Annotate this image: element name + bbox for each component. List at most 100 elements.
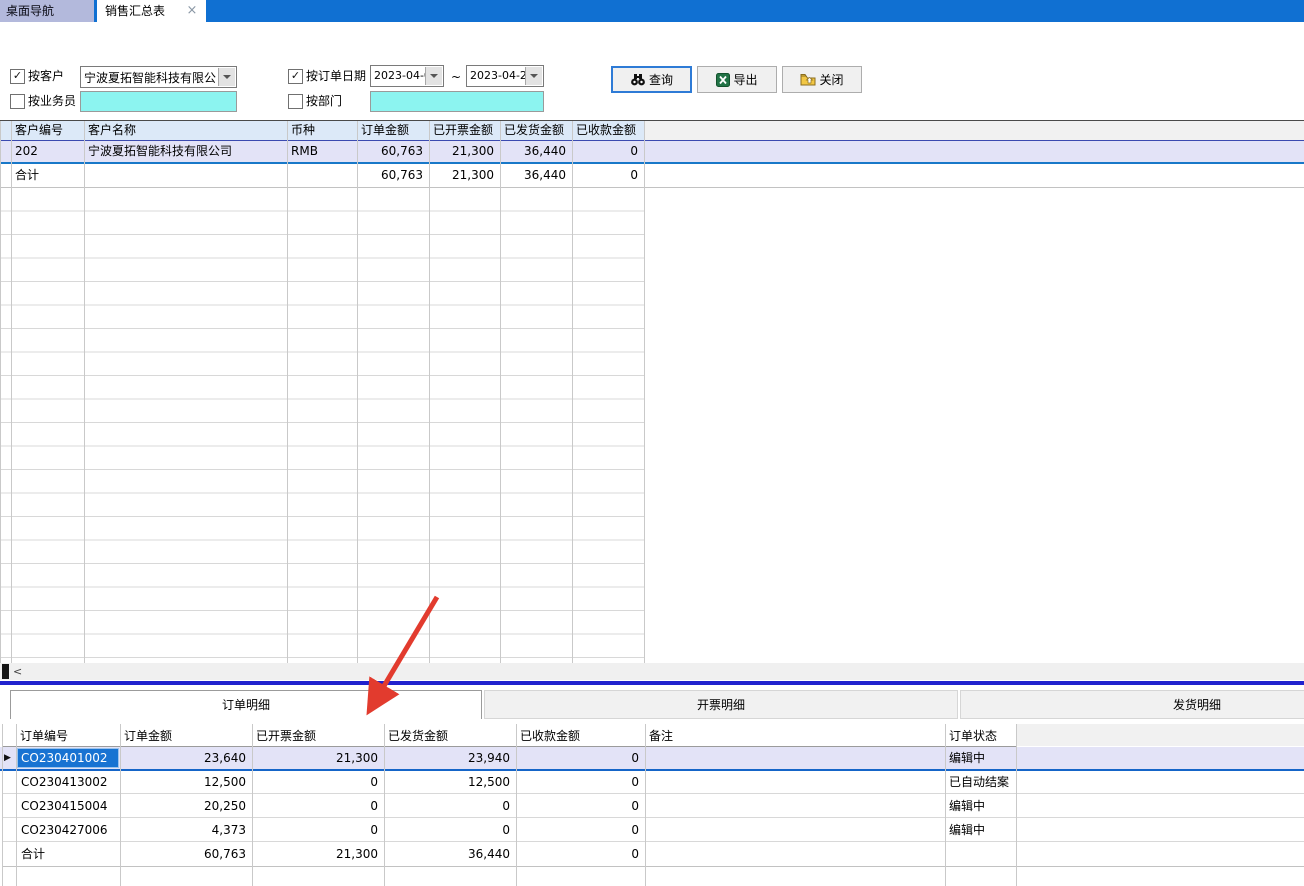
detail-cell[interactable]: 12,500 xyxy=(384,772,516,793)
by-order-date-label: 按订单日期 xyxy=(306,68,366,84)
by-order-date-checkbox[interactable]: ✓ xyxy=(288,69,303,84)
summary-col-header[interactable]: 客户编号 xyxy=(11,121,84,140)
summary-total-cell: 60,763 xyxy=(357,165,429,186)
summary-col-header[interactable]: 客户名称 xyxy=(84,121,287,140)
salesman-input[interactable] xyxy=(80,91,237,112)
date-range-separator: ~ xyxy=(451,69,461,85)
grid-line xyxy=(500,121,501,663)
detail-cell[interactable]: 23,940 xyxy=(384,748,516,769)
summary-col-header[interactable]: 币种 xyxy=(287,121,357,140)
detail-cell[interactable]: 0 xyxy=(252,796,384,817)
detail-cell[interactable]: 0 xyxy=(252,820,384,841)
query-button[interactable]: 查询 xyxy=(611,66,692,93)
summary-cell[interactable]: 宁波夏拓智能科技有限公司 xyxy=(84,141,287,162)
detail-total-cell: 合计 xyxy=(17,844,119,865)
detail-cell[interactable]: CO230413002 xyxy=(17,772,119,793)
summary-empty-grid xyxy=(0,188,645,663)
chevron-down-icon[interactable] xyxy=(525,67,542,85)
detail-cell[interactable]: CO230427006 xyxy=(17,820,119,841)
grid-line xyxy=(645,724,646,886)
detail-cell[interactable]: 编辑中 xyxy=(945,796,1016,817)
grid-line xyxy=(287,121,288,663)
date-to-value: 2023-04-29 xyxy=(470,69,526,82)
app-window: 桌面导航 销售汇总表 × ✓ 按客户 宁波夏拓智能科技有限公 按业务员 ✓ 按订… xyxy=(0,0,1304,886)
detail-total-cell: 0 xyxy=(516,844,645,865)
summary-cell[interactable]: 60,763 xyxy=(357,141,429,162)
detail-cell[interactable]: 编辑中 xyxy=(945,820,1016,841)
close-button-label: 关闭 xyxy=(819,71,843,88)
detail-cell[interactable]: 0 xyxy=(384,820,516,841)
grid-line xyxy=(644,121,645,663)
grid-line xyxy=(120,724,121,886)
query-button-label: 查询 xyxy=(649,71,673,88)
detail-col-header[interactable]: 已发货金额 xyxy=(384,726,516,746)
summary-cell[interactable]: RMB xyxy=(287,141,357,162)
detail-cell[interactable]: 已自动结案 xyxy=(945,772,1016,793)
detail-cell-selected[interactable]: CO230401002 xyxy=(17,748,119,768)
export-button[interactable]: 导出 xyxy=(697,66,777,93)
tab-desktop-nav[interactable]: 桌面导航 xyxy=(0,0,94,22)
detail-header-filler xyxy=(1016,724,1304,746)
detail-col-header[interactable]: 备注 xyxy=(645,726,945,746)
summary-cell[interactable]: 0 xyxy=(572,141,644,162)
summary-total-cell: 合计 xyxy=(11,165,84,186)
detail-cell[interactable]: CO230415004 xyxy=(17,796,119,817)
summary-col-header[interactable]: 已发货金额 xyxy=(500,121,572,140)
chevron-left-icon[interactable]: < xyxy=(13,663,27,680)
detail-cell[interactable]: 0 xyxy=(384,796,516,817)
detail-cell[interactable]: 0 xyxy=(516,820,645,841)
detail-cell[interactable]: 21,300 xyxy=(252,748,384,769)
close-icon[interactable]: × xyxy=(182,0,202,22)
detail-cell[interactable]: 12,500 xyxy=(120,772,252,793)
detail-cell[interactable]: 23,640 xyxy=(120,748,252,769)
detail-col-header[interactable]: 订单状态 xyxy=(945,726,1016,746)
summary-col-header[interactable]: 订单金额 xyxy=(357,121,429,140)
by-customer-label: 按客户 xyxy=(28,68,64,84)
close-button[interactable]: 关闭 xyxy=(782,66,862,93)
by-customer-checkbox[interactable]: ✓ xyxy=(10,69,25,84)
detail-cell[interactable]: 4,373 xyxy=(120,820,252,841)
detail-cell[interactable]: 20,250 xyxy=(120,796,252,817)
grid-line xyxy=(16,724,17,886)
detail-col-header[interactable]: 订单金额 xyxy=(120,726,252,746)
grid-line xyxy=(429,121,430,663)
chevron-down-icon[interactable] xyxy=(425,67,442,85)
department-input[interactable] xyxy=(370,91,544,112)
grid-line xyxy=(1016,724,1017,886)
date-to-select[interactable]: 2023-04-29 xyxy=(466,65,544,87)
tab-shipment-detail[interactable]: 发货明细 xyxy=(960,690,1304,719)
date-from-select[interactable]: 2023-04-01 xyxy=(370,65,444,87)
summary-header-filler xyxy=(645,121,1304,140)
scrollbar-grip[interactable] xyxy=(2,664,9,679)
summary-cell[interactable]: 202 xyxy=(11,141,84,162)
detail-selected-row-border xyxy=(0,769,1304,771)
chevron-down-icon[interactable] xyxy=(218,68,235,86)
splitter-bar[interactable] xyxy=(0,681,1304,685)
detail-cell[interactable]: 0 xyxy=(516,796,645,817)
summary-total-cell: 21,300 xyxy=(429,165,500,186)
horizontal-scrollbar[interactable] xyxy=(0,663,1304,680)
row-border xyxy=(2,793,1304,794)
row-border xyxy=(2,817,1304,818)
detail-cell[interactable]: 0 xyxy=(252,772,384,793)
summary-col-header[interactable]: 已收款金额 xyxy=(572,121,644,140)
summary-col-header[interactable]: 已开票金额 xyxy=(429,121,500,140)
grid-line xyxy=(572,121,573,663)
grid-line xyxy=(252,724,253,886)
detail-cell[interactable]: 0 xyxy=(516,748,645,769)
summary-cell[interactable]: 36,440 xyxy=(500,141,572,162)
customer-select[interactable]: 宁波夏拓智能科技有限公 xyxy=(80,66,237,88)
detail-cell[interactable]: 编辑中 xyxy=(945,748,1016,769)
grid-line xyxy=(516,724,517,886)
grid-line xyxy=(2,724,3,886)
tab-invoice-detail[interactable]: 开票明细 xyxy=(484,690,958,719)
detail-col-header[interactable]: 已开票金额 xyxy=(252,726,384,746)
detail-col-header[interactable]: 订单编号 xyxy=(16,726,120,746)
tab-order-detail[interactable]: 订单明细 xyxy=(10,690,482,719)
by-department-checkbox[interactable] xyxy=(288,94,303,109)
detail-cell[interactable]: 0 xyxy=(516,772,645,793)
by-salesman-checkbox[interactable] xyxy=(10,94,25,109)
detail-col-header[interactable]: 已收款金额 xyxy=(516,726,645,746)
grid-line xyxy=(11,121,12,663)
summary-cell[interactable]: 21,300 xyxy=(429,141,500,162)
